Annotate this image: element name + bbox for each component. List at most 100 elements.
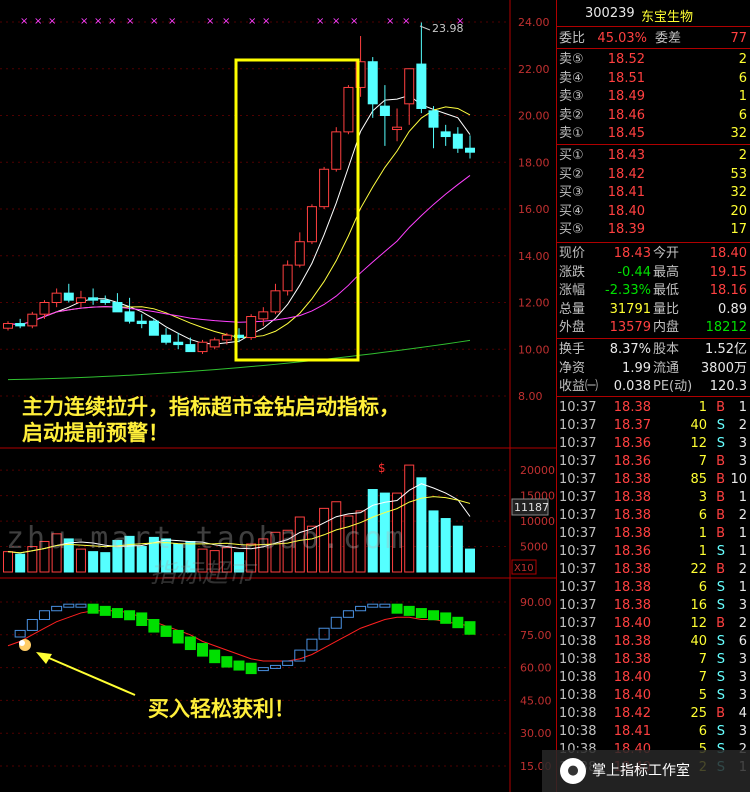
tick-count: 2 (738, 616, 747, 631)
tick-count: 1 (738, 544, 747, 559)
tick-volume: 1 (698, 400, 707, 415)
kline-chart-area[interactable]: 24.00 22.00 20.00 18.00 16.00 14.00 12.00 10.00… (0, 0, 556, 792)
tick-count: 4 (738, 706, 747, 721)
quote-label: 最低 (653, 283, 680, 298)
tick-count: 3 (738, 724, 747, 739)
tick-count: 3 (738, 688, 747, 703)
volume-bar (440, 518, 451, 573)
stock-code: 300239 (585, 6, 635, 21)
tick-row: 10:37 18.38 3 B 1 (557, 489, 750, 507)
candle-body (331, 131, 342, 170)
level-label: 买② (559, 166, 584, 182)
quote-label: 今开 (653, 246, 680, 261)
tick-time: 10:37 (559, 580, 597, 595)
quote-label: 涨跌 (559, 264, 586, 280)
tick-time: 10:38 (559, 724, 597, 739)
candle-body (63, 292, 74, 301)
tick-volume: 6 (698, 580, 707, 595)
chat-icon: ● (560, 758, 586, 784)
candle-body (75, 297, 86, 304)
osc-down-block (136, 612, 148, 626)
level-price: 18.39 (607, 222, 645, 237)
annotation-main-line1: 主力连续拉升，指标超市金钻启动指标， (22, 395, 400, 419)
candle-body (440, 131, 451, 138)
quote-label: 总量 (559, 301, 586, 317)
tick-side: S (716, 418, 725, 433)
quote-value: 31791 (609, 301, 651, 317)
level-price: 18.43 (607, 148, 645, 163)
marker-x: × (20, 16, 28, 27)
tick-row: 10:38 18.41 6 S 3 (557, 723, 750, 741)
osc-down-block (172, 629, 184, 644)
marker-x: × (168, 16, 176, 27)
tick-volume: 7 (698, 670, 707, 685)
tick-volume: 7 (698, 652, 707, 667)
tick-volume: 1 (698, 526, 707, 541)
level-label: 买④ (559, 203, 584, 219)
marker-x: × (350, 16, 358, 27)
candle-body (148, 320, 159, 336)
candle-body (173, 341, 184, 346)
tick-count: 2 (738, 508, 747, 523)
tick-price: 18.38 (613, 580, 651, 595)
candle-body (404, 68, 415, 105)
weicha-value: 77 (730, 31, 747, 46)
level-volume: 17 (730, 222, 747, 237)
buy-level-row: 买④ 18.40 20 (557, 203, 750, 221)
candle-body (3, 323, 13, 329)
quote-value: 0.038 (613, 379, 651, 394)
level-label: 买⑤ (559, 222, 584, 237)
candle-body (161, 334, 172, 343)
tick-price: 18.42 (613, 706, 651, 721)
sell-level-row: 卖③ 18.49 1 (557, 88, 750, 106)
marker-x: × (206, 16, 214, 27)
candle-body (15, 323, 26, 327)
quote-value: 19.15 (709, 264, 747, 280)
tick-time: 10:38 (559, 634, 597, 649)
tick-row: 10:37 18.36 7 B 3 (557, 453, 750, 471)
candle-body (185, 344, 196, 353)
level-price: 18.49 (607, 89, 645, 104)
tick-volume: 5 (698, 688, 707, 703)
tick-row: 10:37 18.40 12 B 2 (557, 615, 750, 633)
tick-time: 10:37 (559, 508, 597, 523)
tick-count: 1 (738, 490, 747, 505)
candle-body (416, 63, 427, 109)
tick-side: B (716, 706, 725, 721)
quote-label: PE(动) (653, 379, 693, 394)
tick-volume: 40 (690, 634, 707, 649)
tick-price: 18.38 (613, 526, 651, 541)
quote-value: 0.89 (718, 301, 747, 317)
tick-row: 10:37 18.38 85 B 10 (557, 471, 750, 489)
candle-body (367, 61, 378, 105)
marker-x: × (316, 16, 324, 27)
tick-volume: 85 (690, 472, 707, 487)
tick-price: 18.38 (613, 472, 651, 487)
tick-volume: 6 (698, 508, 707, 523)
tick-price: 18.41 (613, 724, 651, 739)
quote-value: 3800万 (700, 360, 747, 376)
level-price: 18.45 (607, 126, 645, 141)
tick-count: 3 (738, 670, 747, 685)
tick-volume: 3 (698, 490, 707, 505)
level-volume: 1 (738, 89, 747, 104)
marker-x: × (108, 16, 116, 27)
quote-label: 涨幅 (559, 283, 586, 298)
osc-down-block (403, 605, 415, 616)
tick-price: 18.40 (613, 616, 651, 631)
tick-time: 10:38 (559, 688, 597, 703)
tick-volume: 1 (698, 544, 707, 559)
tick-row: 10:37 18.37 40 S 2 (557, 417, 750, 435)
osc-down-block (245, 662, 257, 675)
candle-body (100, 299, 111, 304)
tick-volume: 6 (698, 724, 707, 739)
annotation-buy: 买入轻松获利！ (148, 697, 295, 721)
tick-side: B (716, 526, 725, 541)
annotation-main-line2: 启动提前预警！ (22, 421, 169, 445)
weibi-row: 委比 45.03% 委差 77 (557, 30, 750, 48)
price-tick: 18.00 (518, 156, 550, 169)
osc-down-block (233, 660, 245, 671)
tick-price: 18.37 (613, 418, 651, 433)
quote-label: 量比 (653, 301, 680, 317)
candle-body (112, 302, 123, 313)
